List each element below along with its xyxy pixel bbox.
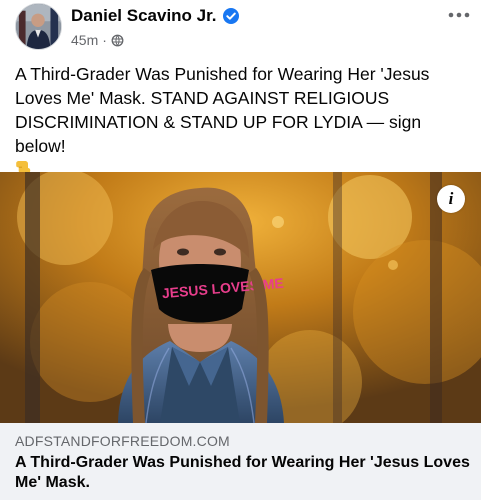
link-title: A Third-Grader Was Punished for Wearing … [15,454,470,491]
more-options-icon [448,12,470,18]
globe-icon[interactable] [111,34,124,47]
link-preview[interactable]: ADFSTANDFORFREEDOM.COM A Third-Grader Wa… [0,423,481,500]
info-icon: i [448,189,454,208]
post-header: Daniel Scavino Jr. 45m · [0,0,481,56]
post-text: A Third-Grader Was Punished for Wearing … [15,62,470,183]
link-preview-image[interactable]: JESUS LOVES ME [0,172,481,423]
author-row: Daniel Scavino Jr. [71,6,239,26]
timestamp[interactable]: 45m [71,32,98,48]
info-button[interactable]: i [437,185,465,213]
verified-badge-icon [222,8,239,24]
avatar[interactable] [15,3,62,50]
post-message: A Third-Grader Was Punished for Wearing … [15,64,430,156]
more-options-button[interactable] [445,4,473,26]
link-domain: ADFSTANDFORFREEDOM.COM [15,433,230,449]
post-meta: 45m · [71,32,124,48]
meta-separator: · [102,32,107,48]
author-name[interactable]: Daniel Scavino Jr. [71,6,217,26]
